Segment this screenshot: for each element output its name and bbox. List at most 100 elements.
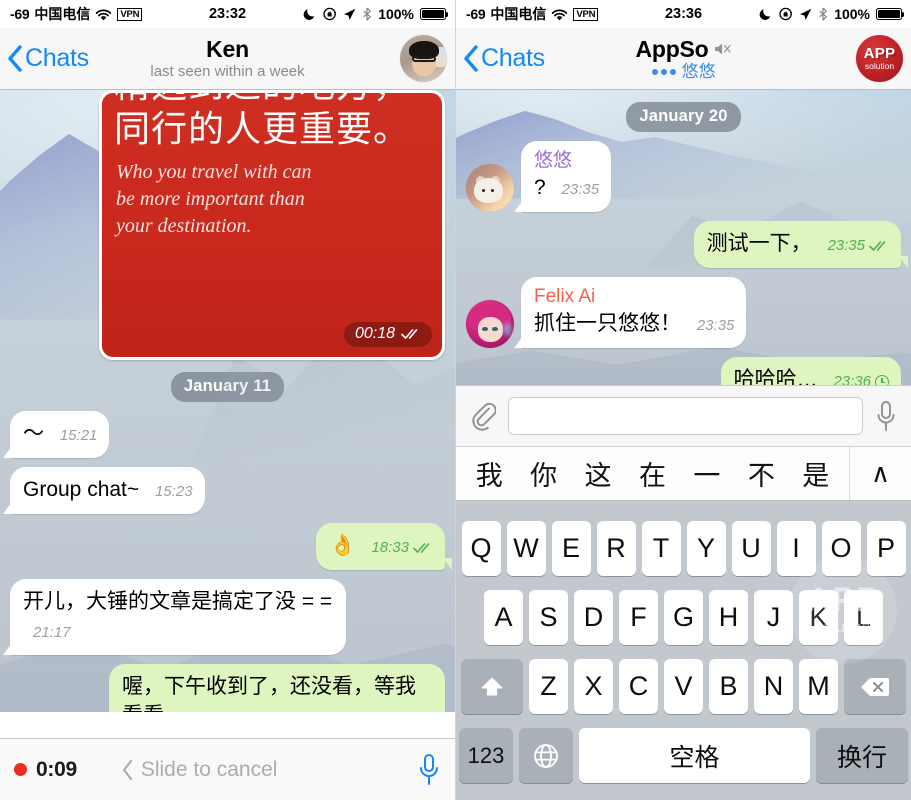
ken-avatar[interactable] [400,35,447,82]
prediction-candidate[interactable]: 你 [526,454,561,493]
slide-to-cancel-label: Slide to cancel [140,757,278,781]
key-r[interactable]: R [596,521,636,576]
microphone-icon[interactable] [875,400,897,432]
incoming-bubble[interactable]: 悠悠 ? 23:35 [513,141,612,212]
key-c[interactable]: C [619,659,658,714]
prediction-candidate[interactable]: 我 [472,454,507,493]
key-p[interactable]: P [866,521,906,576]
keyboard-row-3: Z X C V B N M [459,659,908,714]
back-to-chats-button[interactable]: Chats [462,44,545,73]
incoming-bubble[interactable]: 开儿，大锤的文章是搞定了没 = = 21:17 [3,579,346,655]
key-o[interactable]: O [821,521,861,576]
paperclip-icon[interactable] [470,400,496,432]
message-text: 开儿，大锤的文章是搞定了没 = = [23,590,333,613]
outgoing-bubble[interactable]: 喔，下午收到了，还没看，等我看看， 21:18 [109,664,445,712]
key-q[interactable]: Q [461,521,501,576]
key-a[interactable]: A [484,590,523,645]
key-y[interactable]: Y [686,521,726,576]
battery-full-icon [876,8,905,20]
location-arrow-icon [799,8,812,21]
shift-arrow-icon[interactable] [461,659,523,714]
back-label: Chats [481,44,545,72]
key-t[interactable]: T [641,521,681,576]
slide-to-cancel[interactable]: Slide to cancel [121,757,278,782]
key-h[interactable]: H [709,590,748,645]
right-status-bar: -69 中国电信 VPN 23:36 100% [456,0,911,28]
key-j[interactable]: J [754,590,793,645]
expand-candidates-icon[interactable]: ∧ [849,447,911,500]
key-u[interactable]: U [731,521,771,576]
message-meta: 18:33 [371,533,433,562]
prediction-bar: 我 你 这 在 一 不 是 ∧ [456,447,911,501]
prediction-candidate[interactable]: 不 [744,454,779,493]
key-x[interactable]: X [574,659,613,714]
message-text: 测试一下， [706,232,812,255]
key-v[interactable]: V [664,659,703,714]
key-b[interactable]: B [709,659,748,714]
incoming-bubble[interactable]: 〜 15:21 [2,411,110,458]
key-w[interactable]: W [506,521,546,576]
microphone-icon[interactable] [417,753,441,787]
image-chinese-line: 同行的人更重要。 [114,109,411,149]
wifi-icon [95,8,112,21]
key-f[interactable]: F [619,590,658,645]
key-n[interactable]: N [754,659,793,714]
message-meta: 23:35 [562,175,600,204]
key-s[interactable]: S [529,590,568,645]
software-keyboard: 我 你 这 在 一 不 是 ∧ Q W E R T Y U I O P A S … [456,447,911,800]
image-message-bubble[interactable]: 精选到达的地方， 同行的人更重要。 Who you travel with ca… [99,90,445,360]
left-chat-scroll-area[interactable]: 精选到达的地方， 同行的人更重要。 Who you travel with ca… [0,90,455,712]
globe-icon[interactable] [519,728,573,783]
status-right-group: 100% [303,6,449,22]
numeric-mode-key[interactable]: 123 [459,728,513,783]
message-input-bar [456,385,911,447]
key-z[interactable]: Z [529,659,568,714]
message-meta: 23:35 [827,231,889,260]
outgoing-bubble[interactable]: 哈哈哈… 23:36 [720,357,901,385]
message-time: 21:17 [33,624,71,641]
back-to-chats-button[interactable]: Chats [6,44,89,73]
carrier-name: 中国电信 [34,6,91,22]
outgoing-bubble[interactable]: 测试一下， 23:35 [693,221,909,268]
message-time: 23:36 [833,373,871,385]
outgoing-bubble[interactable]: 👌 18:33 [316,523,452,570]
key-d[interactable]: D [574,590,613,645]
message-text: 👌 [329,534,356,557]
incoming-bubble[interactable]: Group chat~ 15:23 [3,467,205,514]
avatar-logo-text: APP solution [856,35,903,82]
key-m[interactable]: M [799,659,838,714]
appso-group-avatar[interactable]: APP solution [856,35,903,82]
status-left-group: -69 中国电信 VPN [466,4,599,24]
prediction-candidate[interactable]: 一 [689,454,724,493]
prediction-candidate[interactable]: 这 [581,454,616,493]
message-text: 〜 [23,422,44,445]
prediction-candidate[interactable]: 在 [635,454,670,493]
key-g[interactable]: G [664,590,703,645]
chevron-left-icon [462,44,479,73]
backspace-icon[interactable] [844,659,906,714]
key-l[interactable]: L [844,590,883,645]
battery-full-icon [420,8,449,20]
space-key[interactable]: 空格 [579,728,810,783]
message-time: 15:23 [155,483,193,500]
return-key[interactable]: 换行 [816,728,908,783]
message-text-input[interactable] [508,397,863,435]
dog-avatar[interactable] [466,164,514,212]
prediction-candidate[interactable]: 是 [798,454,833,493]
incoming-bubble[interactable]: Felix Ai 抓住一只悠悠！ 23:35 [513,277,747,348]
message-time: 18:33 [371,539,409,556]
right-chat-scroll-area[interactable]: January 20 悠悠 ? 23:35 测试一下， 23:35 Felix … [456,90,911,385]
message-meta: 15:23 [155,477,193,506]
key-i[interactable]: I [776,521,816,576]
left-status-bar: -69 中国电信 VPN 23:32 100% [0,0,455,28]
key-k[interactable]: K [799,590,838,645]
mute-speaker-icon [714,41,732,57]
avatar-glasses [412,55,436,62]
vpn-badge: VPN [573,7,599,21]
message-row: 👌 18:33 [0,523,455,570]
rotation-lock-icon [779,7,793,21]
key-e[interactable]: E [551,521,591,576]
double-check-icon [401,328,421,340]
message-text: 哈哈哈… [733,368,818,385]
anime-avatar[interactable] [466,300,514,348]
